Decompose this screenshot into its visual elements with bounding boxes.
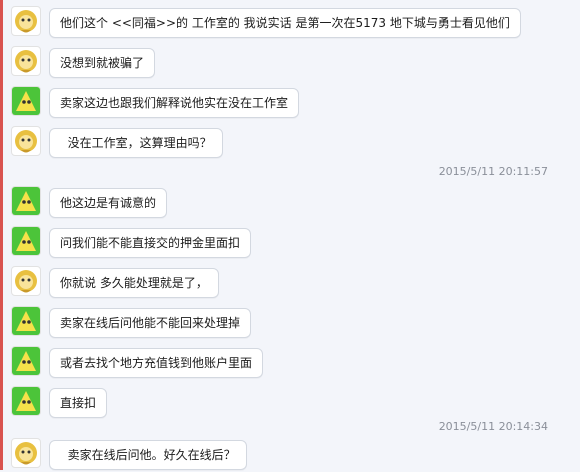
service-green-avatar-icon [12, 387, 40, 415]
message-row: 没想到就被骗了 [3, 46, 580, 80]
service-green-avatar-icon [12, 347, 40, 375]
message-bubble: 没想到就被骗了 [49, 48, 156, 78]
message-bubble: 问我们能不能直接交的押金里面扣 [49, 228, 252, 258]
user-gold-avatar[interactable] [11, 46, 41, 76]
user-gold-avatar-icon [15, 10, 37, 33]
message-bubble: 卖家这边也跟我们解释说他实在没在工作室 [49, 88, 300, 118]
timestamp: 2015/5/11 20:14:34 [438, 420, 548, 433]
user-gold-avatar-icon [15, 50, 37, 73]
user-gold-avatar[interactable] [11, 126, 41, 156]
service-green-avatar-icon [12, 87, 40, 115]
user-gold-avatar[interactable] [11, 266, 41, 296]
message-bubble: 你就说 多久能处理就是了， [49, 268, 219, 298]
message-row: 问我们能不能直接交的押金里面扣 [3, 226, 580, 260]
service-green-avatar-icon [12, 187, 40, 215]
service-green-avatar[interactable] [11, 86, 41, 116]
user-gold-avatar-icon [15, 442, 37, 465]
service-green-avatar[interactable] [11, 306, 41, 336]
message-bubble: 直接扣 [49, 388, 108, 418]
message-row: 卖家在线后问他能不能回来处理掉 [3, 306, 580, 340]
message-row: 或者去找个地方充值钱到他账户里面 [3, 346, 580, 380]
message-bubble: 他这边是有诚意的 [49, 188, 168, 218]
message-row: 他们这个 <<同福>>的 工作室的 我说实话 是第一次在5173 地下城与勇士看… [3, 6, 580, 40]
message-bubble: 卖家在线后问他能不能回来处理掉 [49, 308, 252, 338]
message-row: 没在工作室，这算理由吗？ [3, 126, 580, 160]
service-green-avatar[interactable] [11, 386, 41, 416]
service-green-avatar[interactable] [11, 226, 41, 256]
message-bubble: 或者去找个地方充值钱到他账户里面 [49, 348, 264, 378]
timestamp: 2015/5/11 20:11:57 [438, 165, 548, 178]
user-gold-avatar[interactable] [11, 438, 41, 468]
service-green-avatar[interactable] [11, 346, 41, 376]
user-gold-avatar[interactable] [11, 6, 41, 36]
message-row: 直接扣 [3, 386, 580, 420]
message-row: 卖家在线后问他。好久在线后？ [3, 438, 580, 472]
message-bubble: 他们这个 <<同福>>的 工作室的 我说实话 是第一次在5173 地下城与勇士看… [49, 8, 521, 38]
message-row: 卖家这边也跟我们解释说他实在没在工作室 [3, 86, 580, 120]
user-gold-avatar-icon [15, 130, 37, 153]
user-gold-avatar-icon [15, 270, 37, 293]
message-row: 他这边是有诚意的 [3, 186, 580, 220]
service-green-avatar-icon [12, 227, 40, 255]
message-row: 你就说 多久能处理就是了， [3, 266, 580, 300]
service-green-avatar[interactable] [11, 186, 41, 216]
service-green-avatar-icon [12, 307, 40, 335]
message-bubble: 卖家在线后问他。好久在线后？ [49, 440, 247, 470]
chat-history-panel: 他们这个 <<同福>>的 工作室的 我说实话 是第一次在5173 地下城与勇士看… [0, 0, 580, 470]
message-bubble: 没在工作室，这算理由吗？ [49, 128, 223, 158]
